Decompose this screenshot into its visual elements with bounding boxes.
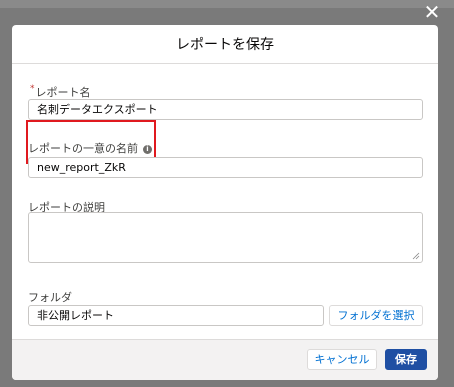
save-button[interactable]: 保存 bbox=[385, 349, 427, 370]
info-icon[interactable]: i bbox=[143, 145, 152, 154]
cancel-button[interactable]: キャンセル bbox=[307, 349, 377, 370]
report-name-label: レポート名 bbox=[35, 86, 91, 99]
close-icon[interactable]: ✕ bbox=[422, 2, 442, 22]
report-name-input[interactable]: 名刺データエクスポート bbox=[28, 99, 423, 120]
modal-title: レポートを保存 bbox=[176, 37, 274, 53]
modal-body: *レポート名 名刺データエクスポート レポートの一意の名前 i new_repor… bbox=[12, 64, 438, 340]
save-report-modal: レポートを保存 *レポート名 名刺データエクスポート レポートの一意の名前 i n… bbox=[12, 25, 438, 380]
background-table-strip bbox=[0, 0, 454, 8]
unique-name-input[interactable]: new_report_ZkR bbox=[28, 157, 423, 178]
select-folder-button[interactable]: フォルダを選択 bbox=[329, 305, 423, 326]
description-textarea[interactable] bbox=[28, 212, 423, 263]
resize-handle-icon[interactable] bbox=[412, 252, 420, 260]
background-table-row bbox=[0, 0, 454, 6]
folder-input[interactable]: 非公開レポート bbox=[28, 305, 324, 326]
folder-label: フォルダ bbox=[28, 291, 72, 304]
modal-footer: キャンセル 保存 bbox=[12, 339, 438, 380]
unique-name-label-group: レポートの一意の名前 i bbox=[28, 140, 152, 156]
unique-name-label: レポートの一意の名前 bbox=[28, 142, 138, 155]
report-name-label-group: *レポート名 bbox=[30, 84, 91, 100]
required-mark: * bbox=[30, 84, 35, 94]
modal-header: レポートを保存 bbox=[12, 25, 438, 64]
